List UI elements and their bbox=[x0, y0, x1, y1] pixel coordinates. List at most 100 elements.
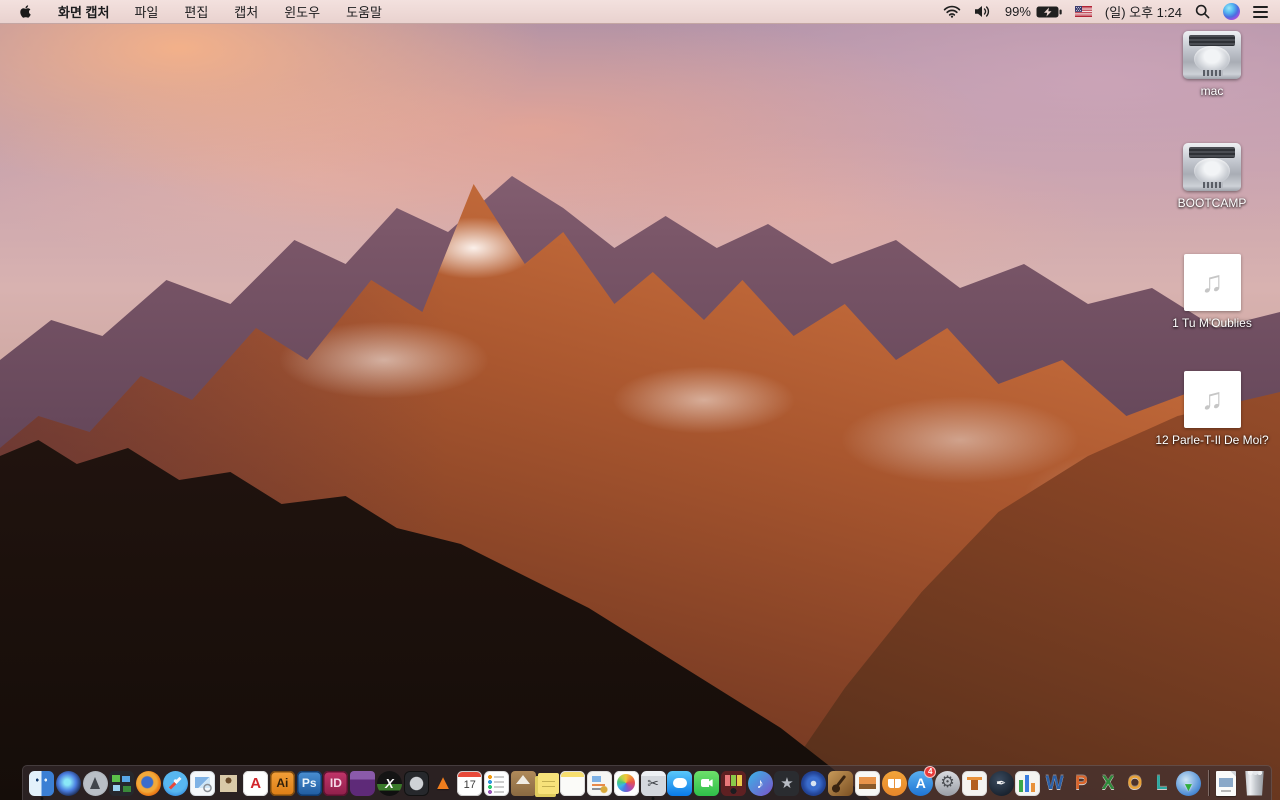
indesign-icon: ID bbox=[323, 770, 349, 796]
menu-item-5[interactable]: 도움말 bbox=[333, 0, 395, 23]
dock-download-manager[interactable]: ▼ bbox=[1175, 766, 1201, 800]
system-preferences-glyph: ⚙ bbox=[940, 774, 955, 791]
dock-ibooks[interactable] bbox=[881, 766, 907, 800]
dock-photos[interactable] bbox=[613, 766, 639, 800]
dock-powerpoint[interactable]: P bbox=[1069, 766, 1094, 800]
illustrator-glyph: Ai bbox=[276, 776, 289, 790]
dock-illustrator[interactable]: Ai bbox=[269, 766, 295, 800]
audio-file-icon: ♫ bbox=[1183, 254, 1241, 311]
photoshop-icon: Ps bbox=[296, 770, 322, 796]
dock-finder[interactable] bbox=[29, 766, 54, 800]
iphoto-icon bbox=[854, 770, 880, 796]
calendar-glyph: 17 bbox=[463, 779, 476, 791]
siri-menu-icon[interactable] bbox=[1223, 3, 1240, 20]
image-file-icon bbox=[1216, 770, 1236, 796]
wifi-icon[interactable] bbox=[943, 5, 961, 18]
dock-imovie[interactable]: ★ bbox=[774, 766, 800, 800]
desktop-icon-label: BOOTCAMP bbox=[1177, 196, 1247, 210]
dock-iphoto[interactable] bbox=[854, 766, 880, 800]
desktop-icon-1-tu-m-oublies[interactable]: ♫ 1 Tu M'Oublies bbox=[1150, 254, 1274, 330]
dock-facetime[interactable] bbox=[694, 766, 720, 800]
dock-lync[interactable]: L bbox=[1149, 766, 1174, 800]
download-manager-glyph: ▼ bbox=[1182, 780, 1195, 794]
dock-notes[interactable] bbox=[560, 766, 586, 800]
menu-item-3[interactable]: 캡처 bbox=[221, 0, 271, 23]
dock-stickies[interactable] bbox=[537, 766, 559, 800]
dock-pages[interactable]: ✒ bbox=[988, 766, 1014, 800]
stickies-icon bbox=[537, 772, 559, 794]
desktop-icon-mac[interactable]: mac bbox=[1150, 31, 1274, 98]
dock-mission-control[interactable] bbox=[109, 766, 135, 800]
reminders-icon bbox=[484, 770, 510, 796]
dock-aperture[interactable] bbox=[403, 766, 429, 800]
lync-icon: L bbox=[1149, 771, 1174, 796]
facetime-icon bbox=[694, 770, 720, 796]
dock-outlook[interactable]: O bbox=[1122, 766, 1147, 800]
menu-item-1[interactable]: 파일 bbox=[121, 0, 171, 23]
dock-installer[interactable] bbox=[587, 766, 613, 800]
dock-system-preferences[interactable]: ⚙ bbox=[935, 766, 961, 800]
dock-photoshop[interactable]: Ps bbox=[296, 766, 322, 800]
dock-grab[interactable]: ✂ bbox=[640, 766, 666, 800]
battery-status[interactable]: 99% bbox=[1005, 4, 1062, 19]
pages-icon: ✒ bbox=[988, 770, 1014, 796]
volume-icon[interactable] bbox=[974, 5, 992, 18]
stuffit-expander-icon bbox=[510, 770, 536, 796]
menu-item-2[interactable]: 편집 bbox=[171, 0, 221, 23]
dock-siri[interactable] bbox=[55, 766, 81, 800]
dock-excel[interactable]: X bbox=[1096, 766, 1121, 800]
dock-preview[interactable] bbox=[189, 766, 215, 800]
dock-indesign[interactable]: ID bbox=[323, 766, 349, 800]
grab-glyph: ✂ bbox=[647, 775, 659, 791]
spotlight-search-icon[interactable] bbox=[1195, 4, 1210, 19]
dock-image-file[interactable] bbox=[1216, 766, 1236, 800]
photo-booth-icon bbox=[720, 770, 746, 796]
excel-icon: X bbox=[1096, 771, 1121, 796]
powerpoint-glyph: P bbox=[1075, 772, 1088, 794]
menu-bar: 화면 캡처 파일 편집 캡처 윈도우 도움말 99% (일) 오후 1:24 bbox=[0, 0, 1280, 24]
dock-app-store[interactable]: A4 bbox=[908, 765, 937, 800]
desktop-icon-bootcamp[interactable]: BOOTCAMP bbox=[1150, 143, 1274, 210]
dock-garageband[interactable] bbox=[827, 766, 853, 800]
vlc-icon: ▲ bbox=[430, 771, 455, 796]
itunes-icon: ♪ bbox=[747, 770, 773, 796]
preview-icon bbox=[189, 770, 215, 796]
numbers-icon bbox=[1015, 770, 1041, 796]
dock-toast[interactable] bbox=[350, 766, 376, 800]
dock-keynote[interactable] bbox=[961, 766, 987, 800]
menu-item-4[interactable]: 윈도우 bbox=[271, 0, 333, 23]
toast-icon bbox=[350, 770, 376, 796]
battery-charging-icon bbox=[1036, 6, 1062, 17]
dock-trash[interactable] bbox=[1244, 766, 1265, 800]
xld-glyph: X bbox=[385, 775, 394, 791]
dock-acrobat-reader[interactable]: A bbox=[243, 766, 269, 800]
photoshop-glyph: Ps bbox=[301, 776, 317, 790]
menu-bar-clock[interactable]: (일) 오후 1:24 bbox=[1105, 2, 1182, 21]
dock-xld[interactable]: X bbox=[376, 766, 402, 800]
dock-numbers[interactable] bbox=[1015, 766, 1041, 800]
dock-reminders[interactable] bbox=[484, 766, 510, 800]
calendar-icon: 17 bbox=[457, 770, 483, 796]
dock-calendar[interactable]: 17 bbox=[457, 766, 483, 800]
dock-messages[interactable] bbox=[667, 766, 693, 800]
grab-icon: ✂ bbox=[640, 770, 666, 796]
dock-stuffit-expander[interactable] bbox=[510, 766, 536, 800]
dock-firefox[interactable] bbox=[136, 766, 162, 800]
mission-control-icon bbox=[109, 770, 135, 796]
download-manager-icon: ▼ bbox=[1175, 770, 1201, 796]
dock-contacts[interactable] bbox=[216, 766, 242, 800]
desktop-icon-12-parle-t-il-de-moi[interactable]: ♫ 12 Parle-T-Il De Moi? bbox=[1150, 371, 1274, 447]
active-app-menu[interactable]: 화면 캡처 bbox=[46, 0, 121, 23]
dock-itunes[interactable]: ♪ bbox=[747, 766, 773, 800]
dock-safari[interactable] bbox=[162, 766, 188, 800]
dock-idvd[interactable] bbox=[801, 766, 827, 800]
dock-apps: A Ai Ps ID X ▲ 17 ✂ ♪ ★ A 4 ⚙ ✒ W P X O L ▼ bbox=[29, 765, 1201, 800]
apple-menu[interactable] bbox=[0, 0, 46, 23]
dock-launchpad[interactable] bbox=[82, 766, 108, 800]
notification-center-icon[interactable] bbox=[1253, 5, 1268, 18]
dock-vlc[interactable]: ▲ bbox=[430, 766, 455, 800]
dock-word[interactable]: W bbox=[1042, 766, 1067, 800]
desktop-icon-label: mac bbox=[1200, 84, 1224, 98]
dock-photo-booth[interactable] bbox=[720, 766, 746, 800]
input-source-flag-icon[interactable] bbox=[1074, 6, 1092, 17]
